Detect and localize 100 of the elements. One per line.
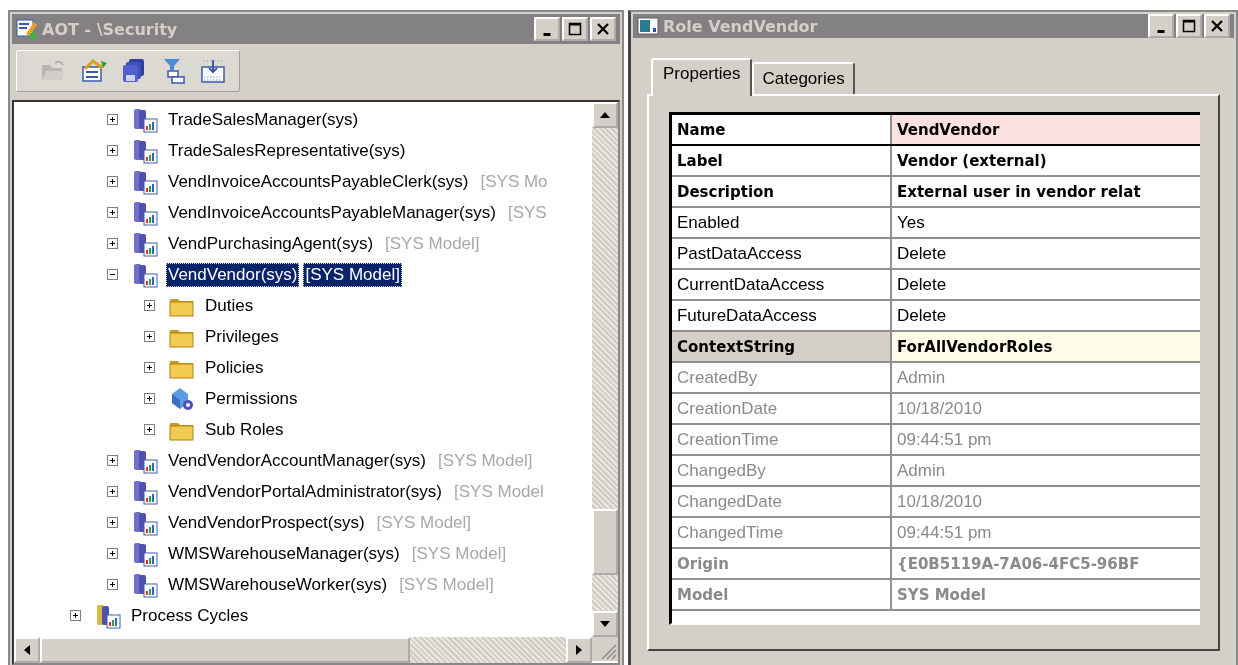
property-name[interactable]: Label bbox=[672, 146, 892, 175]
role-icon bbox=[132, 540, 158, 567]
property-value[interactable]: 09:44:51 pm bbox=[892, 425, 1200, 454]
property-value[interactable]: Admin bbox=[892, 456, 1200, 485]
maximize-button[interactable] bbox=[1176, 14, 1202, 38]
property-name[interactable]: Enabled bbox=[672, 208, 892, 237]
role-icon bbox=[95, 602, 121, 629]
tree-item[interactable]: Duties bbox=[203, 293, 256, 318]
right-arrow-icon bbox=[576, 645, 582, 655]
tab[interactable]: Properties bbox=[651, 58, 753, 96]
expander-box[interactable] bbox=[144, 393, 155, 404]
tree-item[interactable]: TradeSalesRepresentative(sys) bbox=[166, 138, 408, 163]
expander-box[interactable] bbox=[70, 610, 81, 621]
property-value[interactable]: Admin bbox=[892, 363, 1200, 392]
tree-item[interactable]: VendVendorAccountManager(sys) bbox=[166, 448, 428, 473]
model-label: [SYS Model] bbox=[384, 232, 481, 255]
role-icon bbox=[132, 447, 158, 474]
property-value[interactable]: External user in vendor relat bbox=[892, 177, 1200, 206]
model-label: [SYS Model] bbox=[375, 511, 473, 534]
property-name[interactable]: CreatedBy bbox=[672, 363, 892, 392]
tree-item[interactable]: VendVendor(sys) bbox=[166, 262, 300, 287]
tree-item[interactable]: VendVendorProspect(sys) bbox=[166, 510, 367, 535]
property-name[interactable]: ChangedTime bbox=[672, 518, 892, 547]
minimize-button[interactable] bbox=[534, 17, 560, 41]
window-icon bbox=[637, 15, 659, 37]
close-button[interactable] bbox=[1204, 14, 1230, 38]
scroll-down-button[interactable] bbox=[592, 611, 618, 637]
app-icon bbox=[16, 18, 38, 40]
scroll-left-button[interactable] bbox=[14, 637, 40, 663]
scroll-thumb[interactable] bbox=[592, 509, 618, 575]
tab[interactable]: Categories bbox=[752, 62, 855, 94]
property-name[interactable]: Description bbox=[672, 177, 892, 206]
role-icon bbox=[132, 571, 158, 598]
property-name[interactable]: ChangedDate bbox=[672, 487, 892, 516]
role-icon bbox=[132, 478, 158, 505]
model-label: [SYS Model] bbox=[398, 573, 495, 596]
tree-item[interactable]: TradeSalesManager(sys) bbox=[166, 107, 361, 132]
expander-box[interactable] bbox=[144, 362, 155, 373]
property-name[interactable]: ChangedBy bbox=[672, 456, 892, 485]
property-value[interactable]: Yes bbox=[892, 208, 1200, 237]
down-arrow-icon bbox=[600, 621, 610, 627]
scroll-up-button[interactable] bbox=[592, 102, 618, 128]
expander-box[interactable] bbox=[107, 238, 118, 249]
maximize-icon bbox=[1182, 19, 1196, 33]
tree-item[interactable]: Process Cycles bbox=[129, 603, 251, 628]
tree-item[interactable]: Policies bbox=[203, 355, 266, 380]
property-value[interactable]: ForAllVendorRoles bbox=[892, 332, 1200, 361]
window-title: Role VendVendor bbox=[663, 16, 819, 36]
property-value[interactable]: 09:44:51 pm bbox=[892, 518, 1200, 547]
expander-box[interactable] bbox=[107, 517, 118, 528]
role-icon bbox=[132, 106, 158, 133]
scroll-right-button[interactable] bbox=[566, 637, 592, 663]
expander-box[interactable] bbox=[107, 455, 118, 466]
vertical-scrollbar[interactable] bbox=[592, 102, 618, 637]
resize-grip-icon[interactable] bbox=[592, 637, 618, 661]
tree-item[interactable]: VendPurchasingAgent(sys) bbox=[166, 231, 376, 256]
tree-item[interactable]: WMSWarehouseWorker(sys) bbox=[166, 572, 390, 597]
property-value[interactable]: VendVendor bbox=[892, 115, 1200, 144]
expander-box[interactable] bbox=[107, 207, 118, 218]
close-icon bbox=[1210, 19, 1224, 33]
property-value[interactable]: 10/18/2010 bbox=[892, 394, 1200, 423]
property-value[interactable]: Vendor (external) bbox=[892, 146, 1200, 175]
tree-item[interactable]: Permissions bbox=[203, 386, 300, 411]
expander-box[interactable] bbox=[144, 300, 155, 311]
tree-item[interactable]: Privileges bbox=[203, 324, 281, 349]
expander-box[interactable] bbox=[107, 486, 118, 497]
tree-item[interactable]: VendVendorPortalAdministrator(sys) bbox=[166, 479, 445, 504]
close-button[interactable] bbox=[590, 17, 616, 41]
tree-item[interactable]: Sub Roles bbox=[203, 417, 286, 442]
expander-box[interactable] bbox=[144, 424, 155, 435]
expander-box[interactable] bbox=[107, 548, 118, 559]
minimize-button[interactable] bbox=[1148, 14, 1174, 38]
role-icon bbox=[132, 137, 158, 164]
horizontal-scrollbar[interactable] bbox=[14, 637, 592, 663]
expander-box[interactable] bbox=[144, 331, 155, 342]
property-name[interactable]: PastDataAccess bbox=[672, 239, 892, 268]
cube-gear-icon bbox=[169, 385, 195, 412]
property-name[interactable]: ContextString bbox=[672, 332, 892, 361]
scroll-thumb[interactable] bbox=[40, 637, 410, 663]
window-title: AOT - \Security bbox=[42, 19, 179, 39]
expander-box[interactable] bbox=[107, 579, 118, 590]
property-name[interactable]: FutureDataAccess bbox=[672, 301, 892, 330]
maximize-button[interactable] bbox=[562, 17, 588, 41]
left-arrow-icon bbox=[24, 645, 30, 655]
property-name[interactable]: CurrentDataAccess bbox=[672, 270, 892, 299]
expander-box[interactable] bbox=[107, 114, 118, 125]
expander-box[interactable] bbox=[107, 269, 118, 280]
property-value[interactable]: 10/18/2010 bbox=[892, 487, 1200, 516]
property-value[interactable]: Delete bbox=[892, 301, 1200, 330]
tree-item[interactable]: VendInvoiceAccountsPayableManager(sys) bbox=[166, 200, 498, 225]
expander-box[interactable] bbox=[107, 176, 118, 187]
property-value[interactable]: Delete bbox=[892, 270, 1200, 299]
minimize-icon bbox=[1157, 29, 1165, 33]
role-icon bbox=[132, 168, 158, 195]
tree-item[interactable]: VendInvoiceAccountsPayableClerk(sys) bbox=[166, 169, 471, 194]
property-value[interactable]: Delete bbox=[892, 239, 1200, 268]
model-label: [SYS Mo bbox=[479, 170, 549, 193]
expander-box[interactable] bbox=[107, 145, 118, 156]
tree-item[interactable]: WMSWarehouseManager(sys) bbox=[166, 541, 402, 566]
model-label: [SYS Model] bbox=[437, 449, 534, 472]
